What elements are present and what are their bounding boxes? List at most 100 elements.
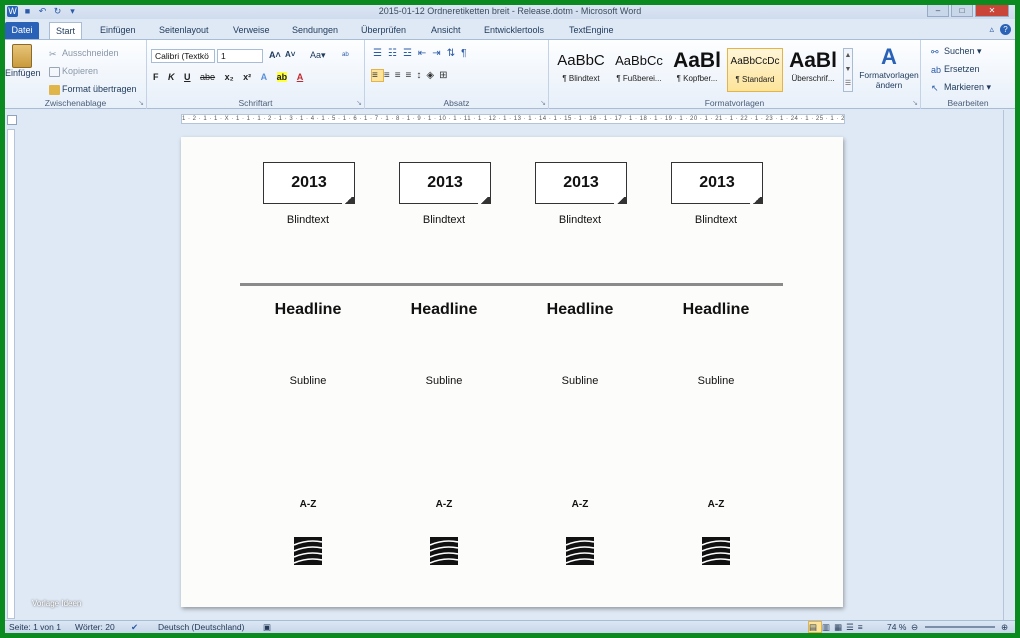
blindtext-label: Blindtext: [422, 214, 466, 226]
font-group-label: Schriftart: [238, 98, 273, 108]
close-button[interactable]: ✕: [975, 5, 1009, 17]
style-footer[interactable]: AaBbCc ¶ Fußberei...: [611, 48, 667, 92]
tab-review[interactable]: Überprüfen: [355, 22, 412, 39]
pilcrow-icon[interactable]: ¶: [461, 48, 472, 59]
decrease-indent-icon[interactable]: ⇤: [418, 48, 432, 59]
zoom-out-icon[interactable]: ⊖: [911, 622, 918, 633]
font-color-icon[interactable]: A: [297, 72, 304, 82]
macro-record-icon[interactable]: ▣: [263, 622, 271, 633]
subscript-button[interactable]: x₂: [225, 72, 234, 82]
superscript-button[interactable]: x²: [243, 72, 251, 82]
tab-selector[interactable]: [7, 115, 17, 125]
dialog-launcher-icon[interactable]: ↘: [540, 99, 546, 107]
line-spacing-icon[interactable]: ↕: [416, 70, 426, 81]
dialog-launcher-icon[interactable]: ↘: [138, 99, 144, 107]
zoom-in-icon[interactable]: ⊕: [1001, 622, 1008, 633]
shading-icon[interactable]: ◈: [426, 70, 439, 81]
tab-insert[interactable]: Einfügen: [94, 22, 142, 39]
full-screen-icon[interactable]: ▥: [822, 622, 834, 632]
strikethrough-button[interactable]: abe: [200, 72, 215, 82]
align-right-icon[interactable]: ≡: [395, 70, 406, 81]
format-painter-button[interactable]: Format übertragen: [49, 84, 137, 95]
style-header[interactable]: AaBl ¶ Kopfber...: [669, 48, 725, 92]
grow-font-button[interactable]: A˄: [269, 50, 281, 60]
highlight-icon[interactable]: ab: [276, 72, 288, 82]
document-page[interactable]: 2013 2013 2013 2013 Blindtext Blindtext …: [181, 137, 843, 607]
styles-group-label: Formatvorlagen: [704, 98, 765, 108]
italic-button[interactable]: K: [168, 72, 175, 82]
change-case-button[interactable]: Aa▾: [310, 50, 326, 61]
horizontal-ruler[interactable]: 1 · 2 · 1 · 1 · X · 1 · 1 · 1 · 2 · 1 · …: [181, 114, 845, 124]
ribbon-help-area: ▵ ?: [989, 24, 1011, 35]
headline-text: Headline: [410, 301, 478, 318]
language-indicator[interactable]: Deutsch (Deutschland): [158, 622, 244, 632]
vertical-ruler[interactable]: [7, 129, 15, 619]
outline-icon[interactable]: ☰: [846, 622, 858, 632]
bullets-icon[interactable]: ☰: [373, 48, 388, 59]
select-label: Markieren: [944, 82, 985, 92]
word-count[interactable]: Wörter: 20: [75, 622, 115, 632]
bold-button[interactable]: F: [153, 72, 159, 82]
tab-view[interactable]: Ansicht: [425, 22, 467, 39]
tab-references[interactable]: Verweise: [227, 22, 276, 39]
font-format-buttons: F K U abe x₂ x² A ab A: [153, 72, 310, 82]
tab-start[interactable]: Start: [49, 22, 83, 39]
multilevel-list-icon[interactable]: ☲: [403, 48, 418, 59]
underline-button[interactable]: U: [184, 72, 191, 82]
clear-format-icon[interactable]: ᵃᵇ: [342, 50, 349, 60]
paste-label: Einfügen: [5, 68, 41, 78]
dialog-launcher-icon[interactable]: ↘: [356, 99, 362, 107]
find-button[interactable]: ⚯ Suchen ▾: [931, 46, 982, 57]
change-styles-label: Formatvorlagen ändern: [859, 70, 919, 90]
style-heading[interactable]: AaBl Überschrif...: [785, 48, 841, 92]
year-label-card: 2013: [535, 162, 627, 204]
style-standard[interactable]: AaBbCcDc ¶ Standard: [727, 48, 783, 92]
web-layout-icon[interactable]: ▦: [834, 622, 846, 632]
brush-icon: [49, 84, 60, 95]
tab-page-layout[interactable]: Seitenlayout: [153, 22, 215, 39]
copy-button[interactable]: Kopieren: [49, 66, 98, 77]
ribbon: Einfügen ✂ Ausschneiden Kopieren Format ü…: [5, 39, 1015, 109]
help-icon[interactable]: ?: [1000, 24, 1011, 35]
az-label: A-Z: [707, 499, 725, 510]
print-layout-icon[interactable]: ▤: [808, 621, 823, 633]
minimize-button[interactable]: –: [927, 5, 949, 17]
paste-button[interactable]: Einfügen: [5, 44, 41, 78]
borders-icon[interactable]: ⊞: [439, 70, 452, 81]
style-blindtext[interactable]: AaBbC ¶ Blindtext: [553, 48, 609, 92]
numbering-icon[interactable]: ☷: [388, 48, 403, 59]
maximize-button[interactable]: □: [951, 5, 973, 17]
editing-group-label: Bearbeiten: [947, 98, 989, 108]
tab-developer[interactable]: Entwicklertools: [478, 22, 550, 39]
dialog-launcher-icon[interactable]: ↘: [912, 99, 918, 107]
text-effects-icon[interactable]: A: [261, 72, 268, 82]
shrink-font-button[interactable]: A˅: [285, 50, 295, 59]
document-area: 2013 2013 2013 2013 Blindtext Blindtext …: [17, 128, 1003, 620]
change-styles-button[interactable]: A Formatvorlagen ändern: [857, 44, 921, 90]
tab-textengine[interactable]: TextEngine: [563, 22, 620, 39]
font-size-combo[interactable]: 1: [217, 49, 263, 63]
blindtext-label: Blindtext: [286, 214, 330, 226]
font-name-combo[interactable]: Calibri (Textkö: [151, 49, 215, 63]
tab-file[interactable]: Datei: [5, 22, 39, 39]
zoom-slider[interactable]: [925, 626, 995, 628]
styles-scroll[interactable]: ▲ ▼ ☰: [843, 48, 853, 92]
zoom-level[interactable]: 74 %: [887, 622, 906, 632]
editing-group: ⚯ Suchen ▾ ab Ersetzen ↖ Markieren ▾ Bearbe…: [921, 40, 1015, 109]
sort-icon[interactable]: ⇅: [447, 48, 461, 59]
align-center-icon[interactable]: ≡: [384, 70, 395, 81]
clipboard-group-label: Zwischenablage: [44, 98, 107, 108]
replace-button[interactable]: ab Ersetzen: [931, 64, 980, 75]
select-button[interactable]: ↖ Markieren ▾: [931, 82, 991, 93]
az-label: A-Z: [435, 499, 453, 510]
align-left-icon[interactable]: ≡: [371, 69, 384, 82]
page-count[interactable]: Seite: 1 von 1: [9, 622, 61, 632]
cut-button[interactable]: ✂ Ausschneiden: [49, 48, 119, 59]
draft-icon[interactable]: ≡: [858, 622, 867, 632]
proofing-icon[interactable]: ✔: [131, 622, 138, 633]
vertical-scrollbar[interactable]: [1003, 110, 1015, 620]
increase-indent-icon[interactable]: ⇥: [432, 48, 446, 59]
minimize-ribbon-icon[interactable]: ▵: [989, 24, 994, 35]
justify-icon[interactable]: ≡: [406, 70, 417, 81]
tab-mailings[interactable]: Sendungen: [286, 22, 344, 39]
